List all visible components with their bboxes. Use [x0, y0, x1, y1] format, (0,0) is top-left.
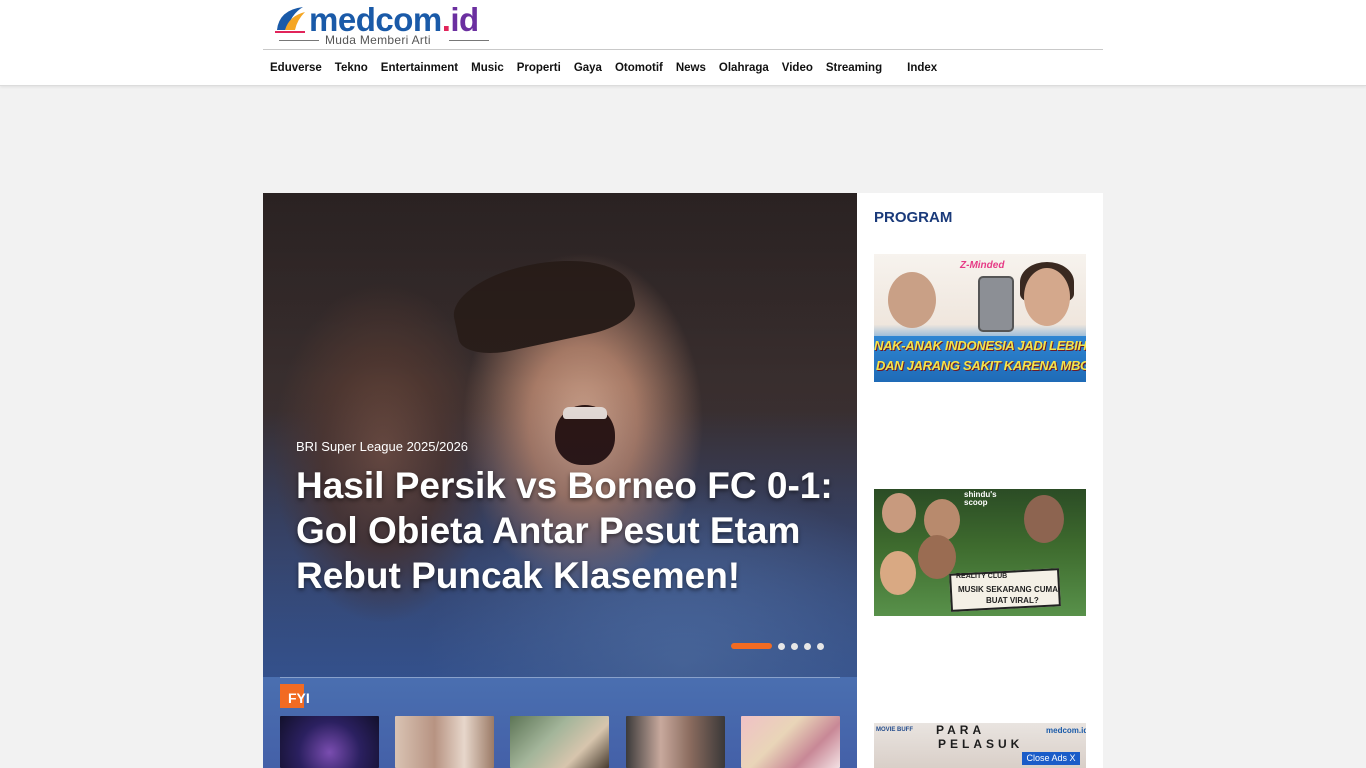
- program-brand-right: medcom.id: [1046, 726, 1086, 735]
- guest-face: [880, 551, 916, 595]
- guest-face: [882, 493, 916, 533]
- fyi-thumbnail[interactable]: [741, 716, 840, 768]
- close-ads-button[interactable]: Close Ads X: [1022, 752, 1080, 765]
- nav-item-otomotif[interactable]: Otomotif: [615, 62, 663, 74]
- nav-item-properti[interactable]: Properti: [517, 62, 561, 74]
- logo-tagline: Muda Memberi Arti: [275, 33, 489, 47]
- program-caption-line1: REALITY CLUB: [956, 573, 1008, 580]
- program-badge: Z-Minded: [960, 260, 1005, 271]
- slider-dot[interactable]: [804, 642, 811, 650]
- nav-item-index[interactable]: Index: [907, 62, 937, 74]
- top-ad-slot: [263, 87, 1103, 193]
- nav-item-entertainment[interactable]: Entertainment: [381, 62, 458, 74]
- guest-face: [918, 535, 956, 579]
- guest-face: [1024, 495, 1064, 543]
- program-brand-left: MOVIE BUFF: [876, 727, 913, 733]
- tagline-text: Muda Memberi Arti: [325, 33, 431, 47]
- hero-slider[interactable]: BRI Super League 2025/2026 Hasil Persik …: [263, 193, 857, 677]
- header-inner: medcom.id Muda Memberi Arti Eduverse Tek…: [263, 0, 1103, 86]
- program-title: PROGRAM: [874, 209, 953, 226]
- slider-dot-active[interactable]: [731, 643, 772, 649]
- nav-item-music[interactable]: Music: [471, 62, 504, 74]
- fyi-thumbnail[interactable]: [626, 716, 725, 768]
- tagline-rule-left: [279, 40, 319, 41]
- fyi-thumbnails: [280, 716, 840, 768]
- fyi-thumbnail[interactable]: [395, 716, 494, 768]
- logo-mark-icon: [275, 7, 305, 33]
- program-brand-line2: scoop: [964, 498, 988, 507]
- nav-item-eduverse[interactable]: Eduverse: [270, 62, 322, 74]
- slider-pagination: [731, 642, 830, 650]
- hero-overlay: [263, 193, 857, 677]
- slider-dot[interactable]: [778, 642, 785, 650]
- hero-category[interactable]: BRI Super League 2025/2026: [296, 439, 468, 454]
- nav-item-olahraga[interactable]: Olahraga: [719, 62, 769, 74]
- program-card-shindus-scoop[interactable]: shindu's scoop REALITY CLUB MUSIK SEKARAN…: [874, 489, 1086, 616]
- tagline-rule-right: [449, 40, 489, 41]
- program-caption-line2: MUSIK SEKARANG CUMA: [958, 585, 1058, 594]
- hero-headline[interactable]: Hasil Persik vs Borneo FC 0-1: Gol Obiet…: [296, 463, 841, 598]
- slider-dot[interactable]: [791, 642, 798, 650]
- nav-item-news[interactable]: News: [676, 62, 706, 74]
- program-host-photo: [888, 272, 936, 328]
- program-title-line1: PARA: [936, 723, 986, 737]
- nav-item-video[interactable]: Video: [782, 62, 813, 74]
- site-header: medcom.id Muda Memberi Arti Eduverse Tek…: [0, 0, 1366, 86]
- fyi-thumbnail[interactable]: [510, 716, 609, 768]
- program-caption-line2: DAN JARANG SAKIT KARENA MBG: [876, 358, 1086, 373]
- fyi-divider: [280, 677, 840, 678]
- fyi-section: FYI: [263, 677, 857, 768]
- fyi-label: FYI: [288, 690, 310, 706]
- guest-face: [924, 499, 960, 541]
- fyi-thumbnail[interactable]: [280, 716, 379, 768]
- slider-dot[interactable]: [817, 642, 824, 650]
- program-brand: shindu's scoop: [964, 491, 997, 507]
- main-nav: Eduverse Tekno Entertainment Music Prope…: [263, 50, 1103, 86]
- nav-item-streaming[interactable]: Streaming: [826, 62, 882, 74]
- site-logo[interactable]: medcom.id Muda Memberi Arti: [273, 1, 503, 47]
- phone-prop: [978, 276, 1014, 332]
- nav-item-tekno[interactable]: Tekno: [335, 62, 368, 74]
- program-sidebar: PROGRAM Z-Minded NAK-ANAK INDONESIA JADI…: [857, 193, 1103, 768]
- program-caption-line1: NAK-ANAK INDONESIA JADI LEBIH AKTI: [874, 338, 1086, 353]
- nav-item-gaya[interactable]: Gaya: [574, 62, 602, 74]
- program-caption-line3: BUAT VIRAL?: [986, 596, 1039, 605]
- program-card-zminded[interactable]: Z-Minded NAK-ANAK INDONESIA JADI LEBIH A…: [874, 254, 1086, 382]
- program-title-line2: PELASUK: [938, 737, 1024, 751]
- program-guest-photo: [1024, 268, 1070, 326]
